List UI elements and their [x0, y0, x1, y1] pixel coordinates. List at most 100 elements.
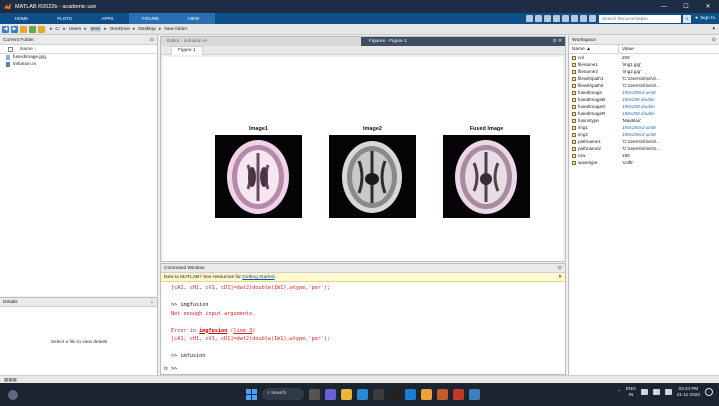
image2-axes[interactable] — [329, 135, 416, 218]
workspace-row[interactable]: fusedImageG 190x200 double — [569, 103, 719, 110]
workspace-row[interactable]: filewithpath1 'C:\Users\shivi\O... — [569, 75, 719, 82]
tab-plots[interactable]: PLOTS — [43, 13, 86, 24]
language-indicator[interactable]: ENG IN — [626, 386, 636, 398]
tv-app-icon[interactable] — [389, 388, 400, 400]
variable-value: 'C:\Users\shivi\O... — [622, 76, 660, 81]
tab-view[interactable]: VIEW — [172, 13, 215, 24]
volume-icon[interactable] — [652, 389, 660, 395]
close-window-button[interactable]: ✕ — [697, 3, 719, 10]
chevron-down-icon[interactable]: ▾ — [712, 26, 715, 32]
error-line-link[interactable]: line 3 — [233, 328, 252, 334]
up-folder-icon[interactable] — [20, 25, 27, 33]
weather-icon[interactable] — [8, 389, 18, 400]
variable-value: 'MaxMax' — [622, 118, 642, 123]
function-browser-icon[interactable]: fx — [164, 366, 168, 372]
cut-icon[interactable] — [535, 15, 543, 22]
workspace-row[interactable]: img2 190x200x3 uint8 — [569, 131, 719, 138]
workspace-row[interactable]: pathname1 'C:\Users\shivi\O... — [569, 138, 719, 145]
chevron-up-icon[interactable]: ⌃ — [617, 389, 621, 395]
notification-icon[interactable] — [705, 388, 713, 396]
figures-tab[interactable]: Figures - Figure 1 ⊙ ✕ — [361, 37, 565, 46]
file-explorer-icon[interactable] — [309, 388, 320, 400]
word-icon[interactable] — [405, 388, 416, 400]
panel-controls-icon[interactable]: ⊙ ✕ — [553, 37, 562, 46]
crumb-onedrive[interactable]: OneDrive — [110, 27, 130, 32]
file-item[interactable]: imfusion.m — [0, 61, 157, 68]
command-output[interactable]: [cA1, cH1, cV1, cD1]=dwt2(double(Im1),wt… — [161, 282, 565, 361]
search-icon[interactable]: ⌕ — [683, 14, 692, 23]
select-all-checkbox[interactable] — [8, 47, 13, 52]
variable-icon — [572, 62, 576, 67]
variable-name-text: fusedImageR — [578, 111, 606, 116]
workspace-row[interactable]: fusedImage 190x200x3 uint8 — [569, 89, 719, 96]
panel-menu-icon[interactable]: ⊙ — [150, 36, 154, 45]
workspace-row[interactable]: fusiontype 'MaxMax' — [569, 117, 719, 124]
save-icon[interactable] — [526, 15, 534, 22]
figure-canvas[interactable]: Image1 Image2 Fused Image — [163, 57, 563, 261]
app-icon[interactable] — [469, 388, 480, 400]
workspace-row[interactable]: filewithpath2 'C:\Users\shivi\O... — [569, 82, 719, 89]
app-icon[interactable] — [453, 388, 464, 400]
workspace-row[interactable]: filename1 'img1.jpg' — [569, 61, 719, 68]
folder-icon[interactable] — [38, 25, 45, 33]
command-prompt[interactable]: >> — [171, 366, 177, 372]
fused-image-axes[interactable] — [443, 135, 530, 218]
browse-folder-icon[interactable] — [29, 25, 36, 33]
chrome-icon[interactable] — [421, 388, 432, 400]
matlab-icon[interactable] — [437, 388, 448, 400]
windows-start-icon[interactable] — [246, 388, 257, 400]
workspace-row[interactable]: pathname2 'C:\Users\shivi\O... — [569, 145, 719, 152]
clock[interactable]: 03:24 PM 21-11-2022 — [677, 386, 700, 398]
search-documentation-input[interactable]: Search Documentation — [599, 14, 682, 23]
back-icon[interactable]: ◀ — [2, 25, 9, 33]
tab-home[interactable]: HOME — [0, 13, 43, 24]
column-header-name[interactable]: Name ↓ — [0, 45, 157, 54]
variable-icon — [572, 153, 576, 158]
figure-1-tab[interactable]: Figure 1 — [171, 46, 203, 55]
column-header-name[interactable]: Name ▲ — [569, 45, 619, 53]
sign-in-button[interactable]: ● Sign In — [695, 16, 715, 21]
crumb-drive[interactable]: C: — [55, 27, 60, 32]
image1-axes[interactable] — [215, 135, 302, 218]
panel-menu-icon[interactable]: ⊙ — [558, 264, 562, 273]
minimize-button[interactable]: — — [653, 4, 675, 10]
wifi-icon[interactable] — [640, 389, 648, 395]
folder-icon[interactable] — [341, 388, 352, 400]
taskbar-search[interactable]: ⌕ Search — [262, 388, 304, 400]
workspace-row[interactable]: fusedImageB 190x200 double — [569, 96, 719, 103]
teams-icon[interactable] — [325, 388, 336, 400]
workspace-row[interactable]: img1 190x200x3 uint8 — [569, 124, 719, 131]
workspace-row[interactable]: col 200 — [569, 54, 719, 61]
crumb-new-folder[interactable]: New folder — [164, 27, 187, 32]
variable-value: 190x200 double — [622, 97, 655, 102]
crumb-user[interactable]: shivi — [89, 26, 102, 32]
file-item[interactable]: fusedImage.jpg — [0, 54, 157, 61]
workspace-row[interactable]: wavetype 'coif5' — [569, 159, 719, 166]
copy-icon[interactable] — [544, 15, 552, 22]
error-function-link[interactable]: imgfusion — [199, 328, 227, 334]
store-icon[interactable] — [373, 388, 384, 400]
battery-icon[interactable] — [664, 389, 672, 395]
workspace-row[interactable]: filename2 'img2.jpg' — [569, 68, 719, 75]
column-header-value[interactable]: Value — [619, 45, 719, 53]
undo-icon[interactable] — [562, 15, 570, 22]
chevron-down-icon[interactable]: ⌄ — [150, 298, 154, 307]
panel-menu-icon[interactable]: ⊙ — [712, 36, 716, 45]
tab-apps[interactable]: APPS — [86, 13, 129, 24]
paste-icon[interactable] — [553, 15, 561, 22]
refresh-icon[interactable] — [580, 15, 588, 22]
workspace-row[interactable]: fusedImageR 190x200 double — [569, 110, 719, 117]
close-icon[interactable]: ✕ — [558, 273, 562, 282]
tab-figure[interactable]: FIGURE — [129, 13, 172, 24]
forward-icon[interactable]: ▶ — [11, 25, 18, 33]
variable-name-text: wavetype — [578, 160, 598, 165]
crumb-users[interactable]: Users — [69, 27, 82, 32]
edge-icon[interactable] — [357, 388, 368, 400]
crumb-desktop[interactable]: Desktop — [138, 27, 156, 32]
editor-tab[interactable]: Editor - imfusion.m — [161, 37, 361, 46]
workspace-row[interactable]: row 190 — [569, 152, 719, 159]
help-icon[interactable] — [589, 15, 597, 22]
getting-started-link[interactable]: Getting Started — [242, 275, 274, 280]
maximize-button[interactable]: ☐ — [675, 3, 697, 10]
redo-icon[interactable] — [571, 15, 579, 22]
